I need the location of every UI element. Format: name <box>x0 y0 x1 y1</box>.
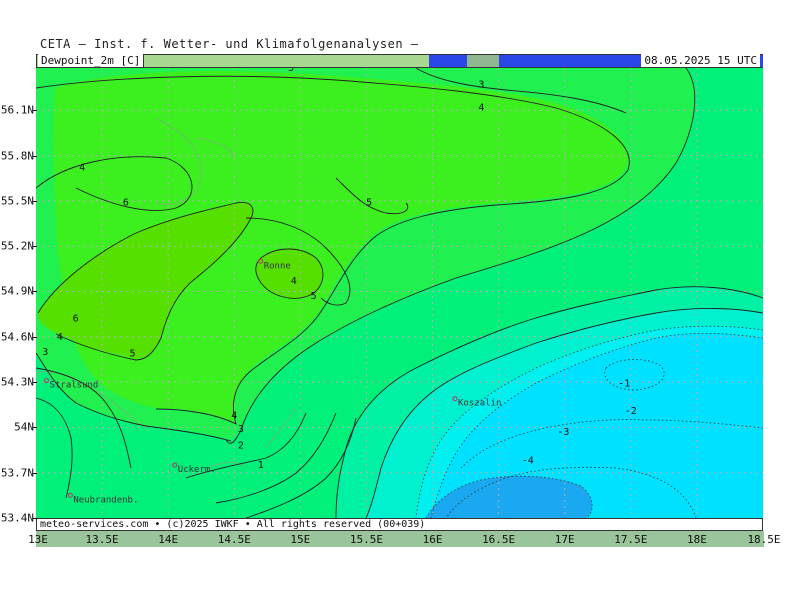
y-tick-label: 55.8N <box>0 149 34 163</box>
y-tick-label: 55.5N <box>0 194 34 208</box>
y-tick <box>33 382 37 384</box>
y-tick-label: 54.6N <box>0 330 34 344</box>
y-tick <box>33 110 37 112</box>
x-tick-label: 14E <box>158 533 179 546</box>
contour-label: 3 <box>42 347 48 358</box>
contour-label: 6 <box>73 314 79 325</box>
contour-label: -1 <box>618 379 630 390</box>
y-tick-label: 56.1N <box>0 103 34 117</box>
y-tick <box>33 246 37 248</box>
city-label: Uckerm. <box>178 465 216 475</box>
contour-label: -2 <box>625 406 637 417</box>
valid-time: 08.05.2025 15 UTC <box>641 54 760 67</box>
x-tick-label: 15E <box>290 533 311 546</box>
y-tick <box>33 336 37 338</box>
y-tick <box>33 518 37 519</box>
y-tick-label: 54.3N <box>0 375 34 389</box>
contour-label: 5 <box>288 68 294 74</box>
y-tick <box>33 155 37 157</box>
contour-label: 5 <box>366 197 372 208</box>
contour-label: 5 <box>311 291 317 302</box>
y-tick-label: 53.4N <box>0 511 34 525</box>
chart-title: CETA — Inst. f. Wetter- und Klimafolgena… <box>40 37 419 51</box>
x-axis-bar <box>36 531 764 547</box>
y-tick-label: 55.2N <box>0 239 34 253</box>
header-bar: Dewpoint_2m [C] 08.05.2025 15 UTC <box>36 54 763 68</box>
city-label: Koszalin <box>458 399 501 409</box>
y-tick <box>33 200 37 202</box>
contour-label: 4 <box>57 332 63 343</box>
contour-label: 4 <box>231 410 237 421</box>
contour-label: 2 <box>238 441 244 452</box>
contour-label: 4 <box>291 276 297 287</box>
y-tick <box>33 291 37 293</box>
contour-label: -4 <box>522 456 534 467</box>
copyright-footer: meteo-services.com • (c)2025 IWKF • All … <box>36 518 763 531</box>
contour-label: -3 <box>557 427 569 438</box>
city-label: Neubrandenb. <box>73 495 138 505</box>
x-tick-label: 17E <box>554 533 575 546</box>
x-tick-label: 13.5E <box>85 533 119 546</box>
contour-label: 4 <box>478 102 484 113</box>
y-tick <box>33 427 37 429</box>
contour-label: 3 <box>238 424 244 435</box>
y-tick-label: 54.9N <box>0 284 34 298</box>
contour-label: 4 <box>79 163 85 174</box>
contour-label: 3 <box>478 80 484 91</box>
x-tick-label: 16E <box>422 533 443 546</box>
city-label: Stralsund <box>50 381 99 391</box>
city-label: Ronne <box>264 261 291 271</box>
x-tick-label: 18E <box>686 533 707 546</box>
y-tick-label: 53.7N <box>0 466 34 480</box>
x-tick-label: 14.5E <box>217 533 251 546</box>
x-tick-label: 13E <box>28 533 48 546</box>
x-tick-label: 18.5E <box>747 533 781 546</box>
contour-label: 6 <box>123 197 129 208</box>
contour-label: 5 <box>129 348 135 359</box>
x-tick-label: 15.5E <box>349 533 384 546</box>
contour-label: 1 <box>258 460 264 471</box>
x-tick-label: 16.5E <box>482 533 516 546</box>
field-label: Dewpoint_2m [C] <box>38 54 145 67</box>
y-tick <box>33 472 37 474</box>
y-tick-label: 54N <box>14 420 34 434</box>
dewpoint-map: 53446 545643 54321-1-2-3-4 RonneStralsundK… <box>36 68 763 518</box>
x-tick-label: 17.5E <box>614 533 648 546</box>
